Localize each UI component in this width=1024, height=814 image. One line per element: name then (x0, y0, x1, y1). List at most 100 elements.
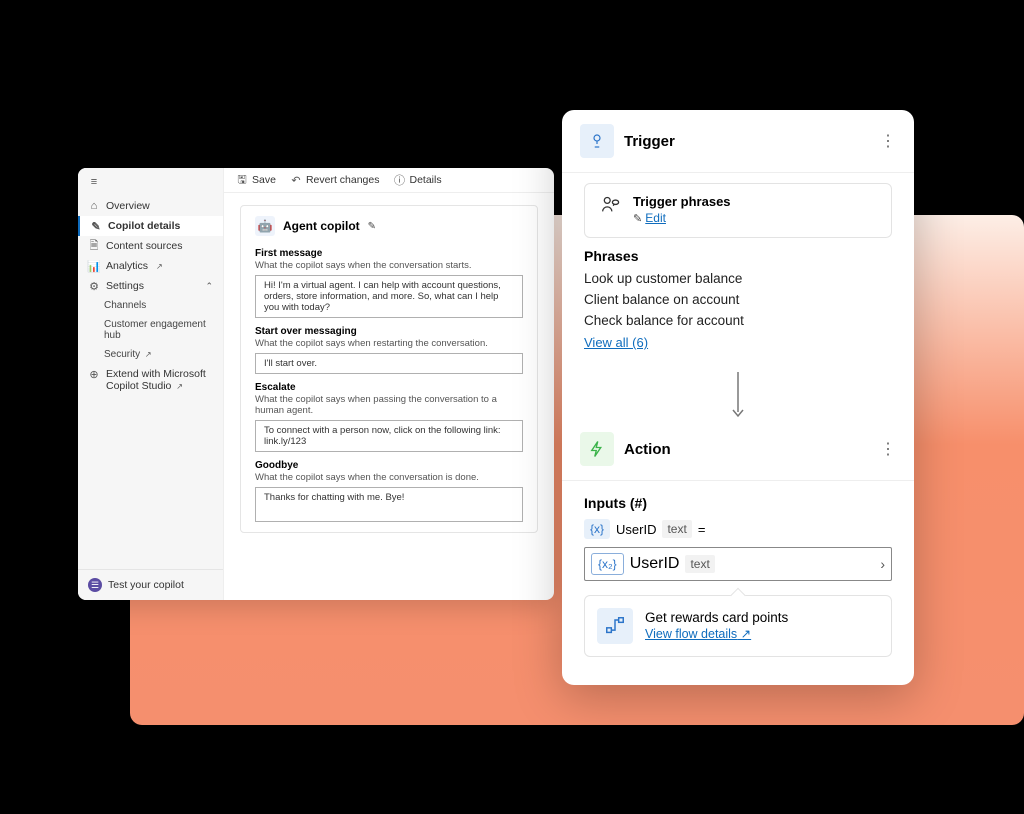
main-area: 🖫 Save ↶ Revert changes ⓘ Details 🤖 Agen… (224, 168, 554, 600)
flow-icon (597, 608, 633, 644)
pencil-icon: ✎ (90, 220, 102, 232)
trigger-edit-row: ✎ Edit (633, 209, 731, 227)
revert-label: Revert changes (306, 174, 380, 186)
toolbar: 🖫 Save ↶ Revert changes ⓘ Details (224, 168, 554, 193)
phrase-item: Look up customer balance (584, 268, 892, 289)
save-button[interactable]: 🖫 Save (236, 174, 276, 186)
sidebar-item-label: Settings (106, 280, 144, 292)
trigger-action-popup: Trigger ⋮ Trigger phrases ✎ Edit Phrases… (562, 110, 914, 685)
details-button[interactable]: ⓘ Details (393, 174, 441, 186)
edit-title-button[interactable]: ✎ (368, 221, 376, 232)
test-copilot-label: Test your copilot (108, 579, 184, 591)
field-desc: What the copilot says when restarting th… (255, 338, 523, 349)
flow-card[interactable]: Get rewards card points View flow detail… (584, 595, 892, 657)
action-title: Action (624, 441, 870, 458)
sidebar-item-label: Copilot details (108, 220, 180, 232)
field-desc: What the copilot says when the conversat… (255, 472, 523, 483)
sidebar-item-label: Analytics (106, 260, 148, 272)
save-icon: 🖫 (236, 174, 248, 186)
flow-title: Get rewards card points (645, 610, 788, 625)
field-label-goodbye: Goodbye (255, 460, 523, 471)
field-desc: What the copilot says when the conversat… (255, 260, 523, 271)
phrases-heading: Phrases (584, 248, 892, 264)
trigger-body: Trigger phrases ✎ Edit Phrases Look up c… (562, 173, 914, 362)
sidebar: ≡ ⌂ Overview ✎ Copilot details 🗎 Content… (78, 168, 224, 600)
agent-card: 🤖 Agent copilot ✎ First message What the… (240, 205, 538, 533)
trigger-phrases-title: Trigger phrases (633, 194, 731, 209)
bot-icon: ☰ (88, 578, 102, 592)
action-body: Inputs (#) {x} UserID text = {x₂} UserID… (562, 481, 914, 667)
sidebar-item-overview[interactable]: ⌂ Overview (78, 196, 223, 216)
flow-link-text: View flow details (645, 627, 737, 641)
sidebar-item-copilot-details[interactable]: ✎ Copilot details (78, 216, 223, 236)
escalate-input[interactable]: To connect with a person now, click on t… (255, 420, 523, 452)
chart-icon: 📊 (88, 260, 100, 272)
trigger-header: Trigger ⋮ (562, 110, 914, 172)
phrase-item: Check balance for account (584, 310, 892, 331)
external-icon: ↗ (145, 350, 152, 359)
trigger-title: Trigger (624, 133, 870, 150)
expand-button[interactable]: › (880, 556, 885, 572)
hamburger-button[interactable]: ≡ (78, 168, 223, 196)
extend-line2: Copilot Studio (106, 380, 171, 392)
sidebar-sub-engagement-hub[interactable]: Customer engagement hub (78, 315, 223, 345)
first-message-input[interactable]: Hi! I'm a virtual agent. I can help with… (255, 275, 523, 318)
bot-avatar-icon: 🤖 (255, 216, 275, 236)
trigger-icon (580, 124, 614, 158)
doc-icon: 🗎 (88, 240, 100, 252)
param-name: UserID (616, 522, 656, 537)
trigger-edit-link[interactable]: Edit (645, 211, 666, 225)
gear-icon: ⚙ (88, 280, 100, 292)
param-type: text (662, 520, 691, 538)
sidebar-sub-security[interactable]: Security ↗ (78, 345, 223, 364)
param-type: text (685, 555, 714, 573)
variable-chip: {x₂} (591, 553, 624, 575)
phrase-item: Client balance on account (584, 289, 892, 310)
variable-chip: {x} (584, 519, 610, 539)
save-label: Save (252, 174, 276, 186)
sidebar-sub-channels[interactable]: Channels (78, 296, 223, 315)
param-name: UserID (630, 555, 680, 573)
sidebar-item-label: Overview (106, 200, 150, 212)
field-desc: What the copilot says when passing the c… (255, 394, 523, 416)
extend-line2-row: Copilot Studio ↗ (106, 380, 206, 392)
content-area: 🤖 Agent copilot ✎ First message What the… (224, 193, 554, 545)
field-label-first-message: First message (255, 248, 523, 259)
action-menu-button[interactable]: ⋮ (880, 439, 896, 459)
agent-title: Agent copilot (283, 219, 360, 233)
revert-button[interactable]: ↶ Revert changes (290, 174, 380, 186)
undo-icon: ↶ (290, 174, 302, 186)
sidebar-item-settings[interactable]: ⚙ Settings ⌃ (78, 276, 223, 296)
hamburger-icon: ≡ (88, 176, 100, 188)
flow-arrow-icon (562, 362, 914, 432)
external-icon: ↗ (176, 382, 183, 391)
external-icon: ↗ (156, 262, 163, 271)
sidebar-item-extend[interactable]: ⊕ Extend with Microsoft Copilot Studio ↗ (78, 364, 223, 396)
input-param-display: {x} UserID text = (584, 519, 892, 539)
test-copilot-button[interactable]: ☰ Test your copilot (78, 569, 223, 600)
trigger-phrases-card[interactable]: Trigger phrases ✎ Edit (584, 183, 892, 238)
details-label: Details (409, 174, 441, 186)
copilot-settings-window: ≡ ⌂ Overview ✎ Copilot details 🗎 Content… (78, 168, 554, 600)
pencil-icon: ✎ (633, 213, 645, 225)
goodbye-input[interactable]: Thanks for chatting with me. Bye! (255, 487, 523, 522)
sidebar-item-analytics[interactable]: 📊 Analytics ↗ (78, 256, 223, 276)
start-over-input[interactable]: I'll start over. (255, 353, 523, 374)
field-label-start-over: Start over messaging (255, 326, 523, 337)
extend-icon: ⊕ (88, 368, 100, 380)
view-all-link[interactable]: View all (6) (584, 335, 648, 350)
sidebar-item-content-sources[interactable]: 🗎 Content sources (78, 236, 223, 256)
info-icon: ⓘ (393, 174, 405, 186)
action-icon (580, 432, 614, 466)
home-icon: ⌂ (88, 200, 100, 212)
extend-line1: Extend with Microsoft (106, 368, 206, 380)
external-icon: ↗ (737, 627, 751, 641)
chevron-up-icon: ⌃ (205, 281, 213, 292)
flow-details-link[interactable]: View flow details ↗ (645, 627, 751, 641)
sidebar-item-label: Extend with Microsoft Copilot Studio ↗ (106, 368, 206, 392)
input-param-field[interactable]: {x₂} UserID text › (584, 547, 892, 581)
field-label-escalate: Escalate (255, 382, 523, 393)
trigger-menu-button[interactable]: ⋮ (880, 131, 896, 151)
sidebar-sub-label: Security (104, 349, 140, 360)
phrases-icon (597, 194, 623, 216)
